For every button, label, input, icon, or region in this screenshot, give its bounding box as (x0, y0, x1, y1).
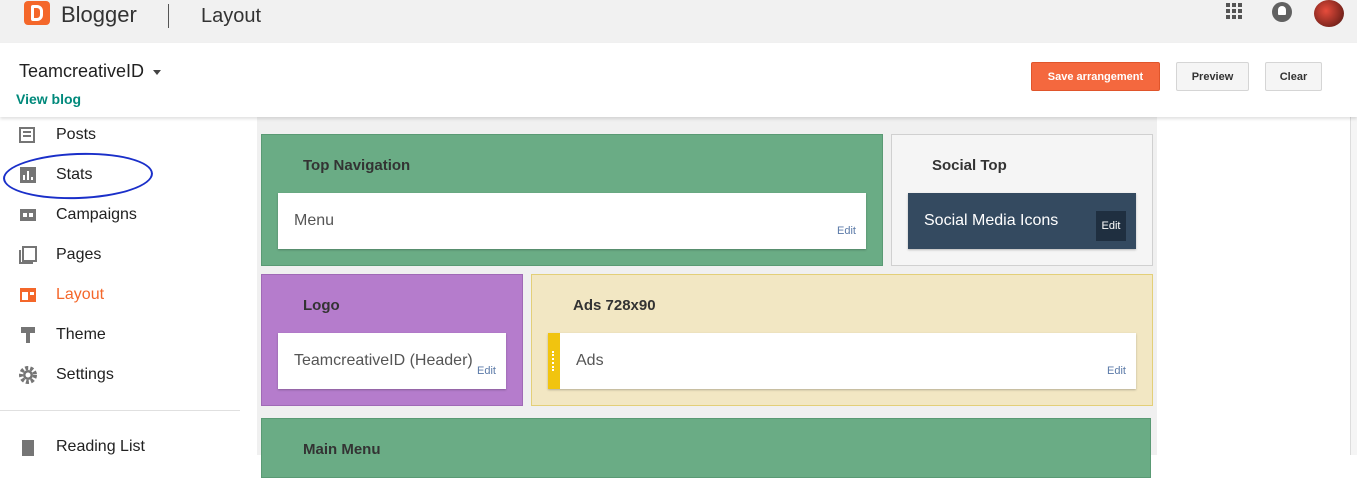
sidebar-item-label: Campaigns (56, 206, 137, 223)
sidebar-item-label: Settings (56, 366, 114, 383)
section-title: Ads 728x90 (573, 297, 656, 314)
sidebar-item-label: Posts (56, 126, 97, 143)
section-title: Main Menu (303, 441, 381, 458)
sidebar-item-label: Pages (56, 246, 102, 263)
sidebar-item-pages[interactable]: Pages (0, 240, 240, 270)
sidebar-item-settings[interactable]: Settings (0, 360, 240, 390)
drag-handle[interactable] (552, 351, 554, 371)
gadget-social-media-icons[interactable]: Social Media Icons Edit (908, 193, 1136, 249)
gadget-ads[interactable]: Ads Edit (548, 333, 1136, 389)
save-arrangement-button[interactable]: Save arrangement (1031, 62, 1160, 91)
sidebar-divider (0, 410, 240, 411)
chevron-down-icon[interactable] (153, 70, 161, 75)
page-title: Layout (201, 5, 262, 27)
title-divider (168, 4, 169, 28)
gadget-label: Social Media Icons (924, 212, 1059, 229)
section-main-menu: Main Menu (261, 418, 1151, 478)
avatar[interactable] (1314, 0, 1344, 27)
clear-button[interactable]: Clear (1265, 62, 1322, 91)
gadget-label: Ads (576, 352, 604, 369)
sidebar-item-layout[interactable]: Layout (0, 280, 240, 310)
edit-link[interactable]: Edit (1107, 365, 1126, 377)
section-top-navigation: Top Navigation Menu Edit (261, 134, 883, 266)
section-logo: Logo TeamcreativeID (Header) Edit (261, 274, 523, 406)
sidebar-item-theme[interactable]: Theme (0, 320, 240, 350)
campaigns-icon (20, 209, 36, 221)
apps-grid-icon[interactable] (1226, 3, 1242, 19)
sidebar-item-campaigns[interactable]: Campaigns (0, 200, 240, 230)
posts-icon (19, 127, 35, 143)
layout-canvas: Top Navigation Menu Edit Social Top Soci… (257, 117, 1157, 478)
sidebar-item-label: Reading List (56, 438, 145, 455)
section-title: Top Navigation (303, 157, 411, 174)
right-pane (1157, 117, 1357, 455)
sidebar-item-label: Layout (56, 286, 105, 303)
theme-icon (21, 327, 35, 343)
section-title: Logo (303, 297, 340, 314)
sidebar-item-label: Theme (56, 326, 106, 343)
brand-name[interactable]: Blogger (61, 2, 137, 28)
layout-icon (20, 288, 36, 302)
reading-list-icon (22, 440, 34, 456)
top-bar: Blogger Layout (0, 0, 1357, 43)
edit-link[interactable]: Edit (477, 365, 496, 377)
edit-link[interactable]: Edit (837, 225, 856, 237)
section-title: Social Top (932, 157, 1007, 174)
notifications-icon[interactable] (1272, 2, 1292, 22)
sidebar-item-posts[interactable]: Posts (0, 120, 240, 150)
scrollbar[interactable] (1350, 117, 1357, 455)
preview-button[interactable]: Preview (1176, 62, 1249, 91)
blog-header: TeamcreativeID View blog Save arrangemen… (0, 43, 1357, 117)
sidebar-item-reading-list[interactable]: Reading List (0, 432, 240, 462)
pages-icon (19, 246, 37, 264)
blogger-logo-icon[interactable] (24, 1, 50, 25)
gadget-label: TeamcreativeID (Header) (294, 352, 473, 369)
gadget-label: Menu (294, 212, 335, 229)
blog-selector[interactable]: TeamcreativeID (19, 61, 144, 82)
edit-button[interactable]: Edit (1096, 211, 1126, 241)
gadget-menu[interactable]: Menu Edit (278, 193, 866, 249)
settings-icon (19, 366, 37, 384)
section-social-top: Social Top Social Media Icons Edit (891, 134, 1153, 266)
view-blog-link[interactable]: View blog (16, 91, 81, 107)
gadget-header[interactable]: TeamcreativeID (Header) Edit (278, 333, 506, 389)
section-ads: Ads 728x90 Ads Edit (531, 274, 1153, 406)
